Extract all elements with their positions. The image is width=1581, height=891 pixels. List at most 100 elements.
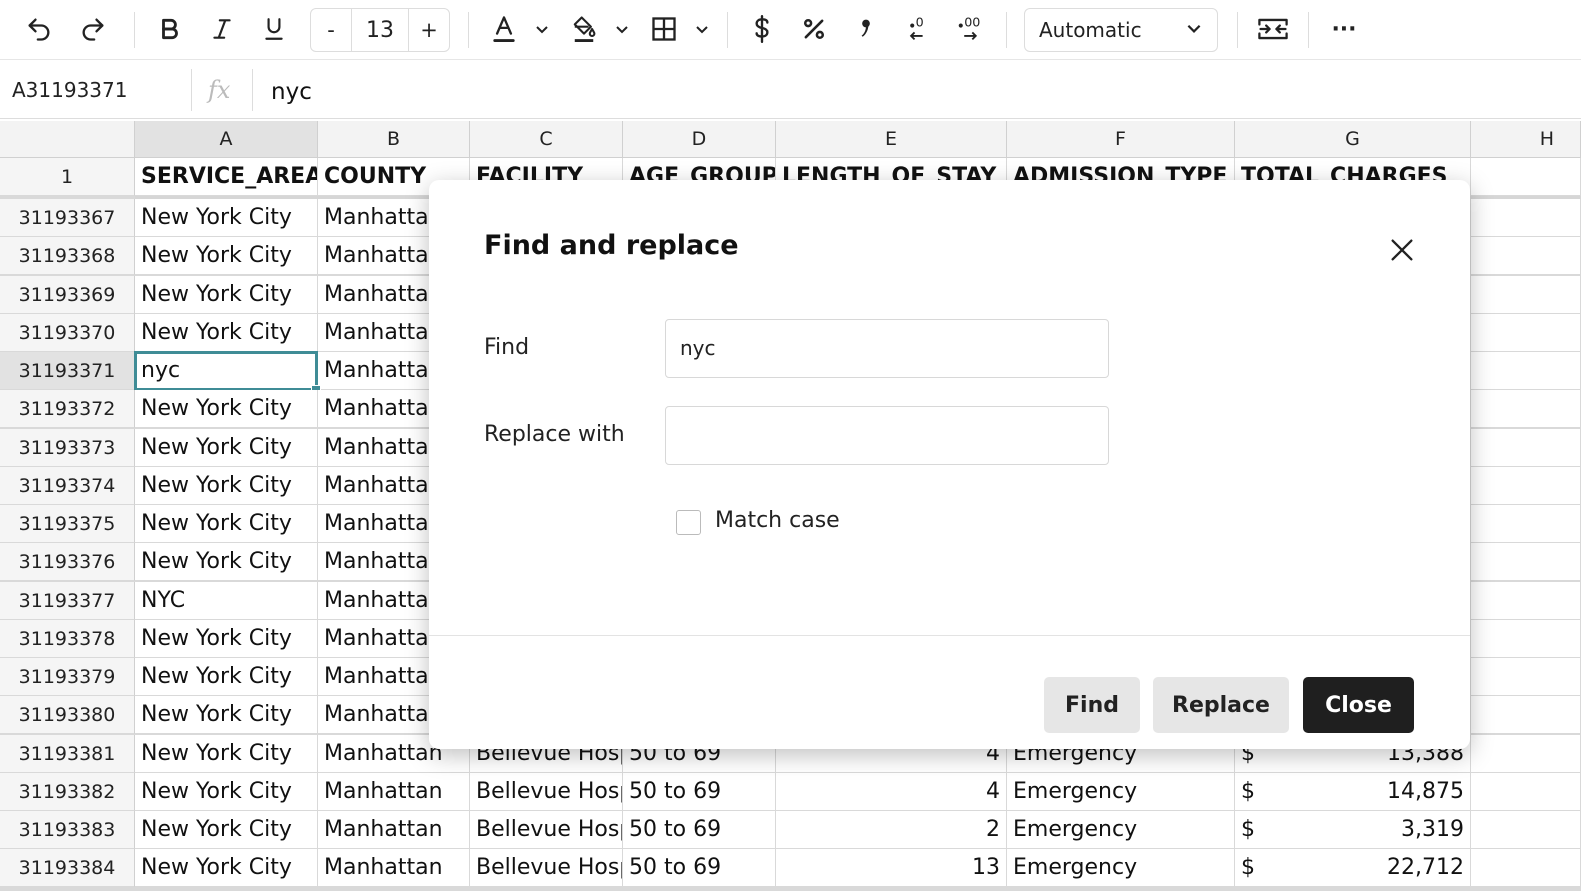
table-cell[interactable]	[1471, 314, 1581, 352]
currency-format-icon[interactable]	[742, 8, 782, 50]
table-cell[interactable]	[1471, 582, 1581, 620]
table-cell[interactable]	[1471, 773, 1581, 811]
font-size-decrease-button[interactable]: -	[311, 9, 351, 51]
table-cell[interactable]: Bellevue Hosp	[470, 811, 623, 849]
row-header[interactable]: 31193367	[0, 199, 135, 237]
table-cell[interactable]: $14,875	[1235, 773, 1471, 811]
row-header[interactable]: 31193370	[0, 314, 135, 352]
match-case-checkbox[interactable]	[676, 510, 701, 535]
row-header[interactable]: 31193377	[0, 582, 135, 620]
decrease-decimal-icon[interactable]: 0	[898, 8, 938, 50]
table-cell[interactable]	[1471, 429, 1581, 467]
table-cell[interactable]: New York City	[135, 735, 318, 773]
table-cell[interactable]: Bellevue Hosp	[470, 773, 623, 811]
column-header-d[interactable]: D	[623, 121, 776, 158]
table-cell[interactable]: New York City	[135, 620, 318, 658]
table-cell[interactable]: Emergency	[1007, 849, 1235, 887]
column-header-c[interactable]: C	[470, 121, 623, 158]
replace-button[interactable]: Replace	[1153, 677, 1289, 733]
undo-icon[interactable]	[18, 8, 60, 50]
column-header-a[interactable]: A	[135, 121, 318, 158]
row-header[interactable]: 31193382	[0, 773, 135, 811]
table-cell[interactable]	[1471, 505, 1581, 543]
row-header[interactable]: 31193376	[0, 543, 135, 581]
number-format-select[interactable]: Automatic	[1024, 8, 1218, 52]
table-cell[interactable]: 4	[776, 773, 1007, 811]
increase-decimal-icon[interactable]: 00	[950, 8, 990, 50]
italic-icon[interactable]	[202, 8, 242, 50]
table-cell[interactable]: New York City	[135, 849, 318, 887]
text-color-icon[interactable]	[484, 8, 524, 50]
table-cell[interactable]	[1471, 849, 1581, 887]
table-cell[interactable]: New York City	[135, 199, 318, 237]
row-header[interactable]: 31193373	[0, 429, 135, 467]
table-cell[interactable]	[1471, 811, 1581, 849]
table-cell[interactable]: New York City	[135, 773, 318, 811]
row-header[interactable]: 1	[0, 158, 135, 196]
underline-icon[interactable]	[254, 8, 294, 50]
more-options-icon[interactable]: ···	[1324, 8, 1364, 50]
row-header[interactable]: 31193383	[0, 811, 135, 849]
borders-icon[interactable]	[644, 8, 684, 50]
table-cell[interactable]: 13	[776, 849, 1007, 887]
row-header[interactable]: 31193381	[0, 735, 135, 773]
row-header[interactable]: 31193371	[0, 352, 135, 390]
table-cell[interactable]: Manhattan	[318, 811, 470, 849]
cell[interactable]	[1471, 158, 1581, 196]
row-header[interactable]: 31193368	[0, 237, 135, 275]
table-cell[interactable]: New York City	[135, 467, 318, 505]
column-header-g[interactable]: G	[1235, 121, 1471, 158]
table-cell[interactable]: NYC	[135, 582, 318, 620]
table-cell[interactable]: Emergency	[1007, 811, 1235, 849]
table-cell[interactable]: New York City	[135, 390, 318, 428]
row-header[interactable]: 31193384	[0, 849, 135, 887]
table-cell[interactable]: New York City	[135, 505, 318, 543]
column-header-b[interactable]: B	[318, 121, 470, 158]
table-cell[interactable]: Manhattan	[318, 849, 470, 887]
table-cell[interactable]: $22,712	[1235, 849, 1471, 887]
table-cell[interactable]: Bellevue Hosp	[470, 849, 623, 887]
row-header[interactable]: 31193372	[0, 390, 135, 428]
row-header[interactable]: 31193375	[0, 505, 135, 543]
table-cell[interactable]	[1471, 658, 1581, 696]
bold-icon[interactable]	[150, 8, 190, 50]
text-color-dropdown-icon[interactable]	[530, 8, 554, 50]
find-input[interactable]: nyc	[665, 319, 1109, 378]
table-cell[interactable]	[1471, 735, 1581, 773]
table-cell[interactable]	[1471, 620, 1581, 658]
table-cell[interactable]: New York City	[135, 658, 318, 696]
table-cell[interactable]: Emergency	[1007, 773, 1235, 811]
comma-format-icon[interactable]	[846, 8, 886, 50]
table-cell[interactable]: $3,319	[1235, 811, 1471, 849]
table-cell[interactable]	[1471, 199, 1581, 237]
column-header-f[interactable]: F	[1007, 121, 1235, 158]
table-cell[interactable]	[1471, 390, 1581, 428]
merge-cells-icon[interactable]	[1252, 8, 1294, 50]
table-cell[interactable]	[1471, 467, 1581, 505]
font-size-value[interactable]: 13	[351, 9, 409, 51]
table-cell[interactable]: Manhattan	[318, 773, 470, 811]
close-button[interactable]: Close	[1303, 677, 1414, 733]
table-cell[interactable]: 50 to 69	[623, 811, 776, 849]
fill-color-dropdown-icon[interactable]	[610, 8, 634, 50]
table-cell[interactable]	[1471, 237, 1581, 275]
table-cell[interactable]: New York City	[135, 314, 318, 352]
borders-dropdown-icon[interactable]	[690, 8, 714, 50]
row-header[interactable]: 31193369	[0, 276, 135, 314]
redo-icon[interactable]	[72, 8, 114, 50]
table-cell[interactable]: New York City	[135, 237, 318, 275]
table-cell[interactable]: New York City	[135, 276, 318, 314]
row-header[interactable]: 31193378	[0, 620, 135, 658]
table-cell[interactable]: New York City	[135, 543, 318, 581]
replace-input[interactable]	[665, 406, 1109, 465]
match-case-label[interactable]: Match case	[715, 508, 840, 533]
table-cell[interactable]: 2	[776, 811, 1007, 849]
table-cell[interactable]	[1471, 543, 1581, 581]
select-all-corner[interactable]	[0, 121, 135, 158]
column-header-h[interactable]: H	[1471, 121, 1581, 158]
table-cell[interactable]: New York City	[135, 429, 318, 467]
row-header[interactable]: 31193379	[0, 658, 135, 696]
table-cell[interactable]	[1471, 276, 1581, 314]
row-header[interactable]: 31193380	[0, 696, 135, 734]
font-size-increase-button[interactable]: +	[409, 9, 449, 51]
